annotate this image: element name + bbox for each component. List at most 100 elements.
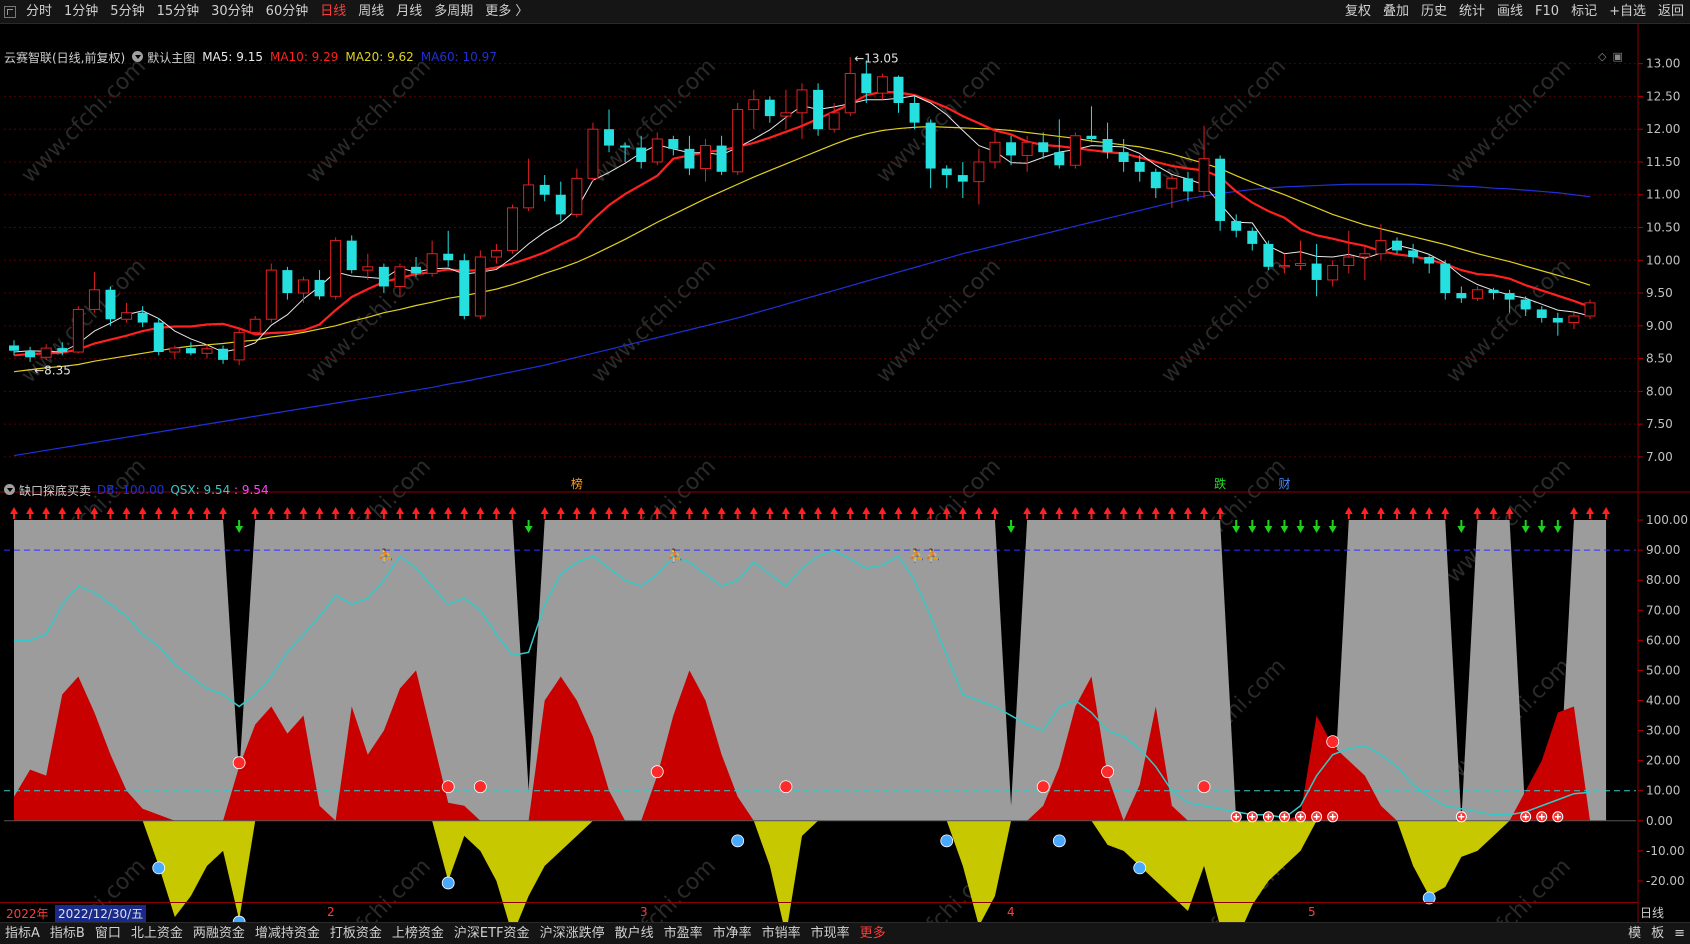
tool-back[interactable]: 返回 <box>1652 0 1690 24</box>
tool-biaoji[interactable]: 标记 <box>1565 0 1603 24</box>
candle-body-down <box>1440 263 1451 294</box>
candle-body-up <box>249 318 261 333</box>
candle-body-down <box>1311 263 1322 280</box>
period-1min[interactable]: 1分钟 <box>58 0 104 24</box>
tab-indicator-a[interactable]: 指标A <box>0 923 45 944</box>
chart-corner-icons: ◇ ▣ <box>1598 50 1623 63</box>
price-tick-label: 10.50 <box>1646 221 1680 235</box>
candle-body-up <box>40 347 52 358</box>
month-label-2: 2 <box>327 905 335 919</box>
candle-body-up <box>72 308 84 353</box>
ind-tick-label: -20.00 <box>1646 874 1685 888</box>
tab-pcf[interactable]: 市现率 <box>806 923 855 944</box>
period-fenshi[interactable]: 分时 <box>20 0 58 24</box>
stock-name[interactable]: 云赛智联(日线,前复权) <box>4 49 125 66</box>
period-daily[interactable]: 日线 <box>314 0 352 24</box>
candle-body-up <box>989 141 1001 163</box>
period-tag: 日线 <box>1640 906 1665 920</box>
ind-tick-label: 10.00 <box>1646 784 1680 798</box>
period-30min[interactable]: 30分钟 <box>205 0 260 24</box>
tool-add-watchlist[interactable]: +自选 <box>1603 0 1652 24</box>
chart-area[interactable]: www.cfchi.com www.cfchi.com www.cfchi.com w… <box>0 24 1690 922</box>
tab-holding-change[interactable]: 增减持资金 <box>250 923 325 944</box>
candle-body-up <box>876 76 888 94</box>
candle-body-down <box>1215 158 1226 221</box>
year-label: 2022年 <box>6 907 49 921</box>
candle-body-up <box>88 289 100 310</box>
period-weekly[interactable]: 周线 <box>352 0 390 24</box>
tab-margin[interactable]: 两融资金 <box>188 923 250 944</box>
tab-limit-stats[interactable]: 沪深涨跌停 <box>535 923 610 944</box>
candle-body-up <box>362 266 374 271</box>
candle-body-down <box>411 266 422 274</box>
tool-huaxian[interactable]: 画线 <box>1491 0 1529 24</box>
tool-lishi[interactable]: 历史 <box>1415 0 1453 24</box>
candle-body-up <box>169 347 181 353</box>
period-monthly[interactable]: 月线 <box>390 0 428 24</box>
tab-limit-up-fund[interactable]: 打板资金 <box>325 923 387 944</box>
price-tick-label: 9.00 <box>1646 319 1673 333</box>
candle-body-up <box>973 161 985 183</box>
candle-body-up <box>121 312 133 320</box>
tool-diejia[interactable]: 叠加 <box>1377 0 1415 24</box>
tab-window[interactable]: 窗口 <box>90 923 126 944</box>
candle-body-up <box>1069 135 1081 166</box>
indicator-legend: 缺口探底买卖 DB: 100.00 QSX: 9.54 : 9.54 <box>4 482 275 498</box>
candle-body-up <box>796 89 808 114</box>
tab-pe[interactable]: 市盈率 <box>659 923 708 944</box>
expand-icon[interactable]: ▣ <box>1612 50 1622 63</box>
tab-pb[interactable]: 市净率 <box>708 923 757 944</box>
event-marker-1: 跌 <box>1214 476 1226 491</box>
ind-tick-label: -10.00 <box>1646 844 1685 858</box>
period-5min[interactable]: 5分钟 <box>104 0 150 24</box>
blue-ball-icon <box>152 861 166 875</box>
runner-icon: ⛹ <box>667 547 683 564</box>
candle-body-down <box>604 129 615 146</box>
red-ball-icon <box>1036 780 1050 794</box>
tab-etf-fund[interactable]: 沪深ETF资金 <box>449 923 535 944</box>
candle-body-down <box>282 270 293 294</box>
tab-northbound[interactable]: 北上资金 <box>126 923 188 944</box>
candle-body-up <box>1327 265 1339 281</box>
period-60min[interactable]: 60分钟 <box>260 0 315 24</box>
candle-body-down <box>893 76 904 103</box>
candle-body-up <box>1278 265 1290 268</box>
menu-icon[interactable]: ≡ <box>1669 923 1690 944</box>
candle-body-down <box>1102 139 1113 153</box>
tab-indicator-b[interactable]: 指标B <box>45 923 90 944</box>
candle-body-down <box>1038 142 1049 153</box>
tab-more[interactable]: 更多 <box>855 923 891 944</box>
tool-f10[interactable]: F10 <box>1529 0 1565 24</box>
candle-body-up <box>732 109 744 173</box>
tool-tongji[interactable]: 统计 <box>1453 0 1491 24</box>
template-label[interactable]: 默认主图 <box>132 49 195 66</box>
period-15min[interactable]: 15分钟 <box>151 0 206 24</box>
candle-body-down <box>1086 135 1097 140</box>
blue-ball-icon <box>1052 834 1066 848</box>
price-tick-label: 11.00 <box>1646 188 1680 202</box>
template-button[interactable]: 模 <box>1623 923 1646 944</box>
tab-ps[interactable]: 市销率 <box>757 923 806 944</box>
period-multi[interactable]: 多周期 <box>428 0 479 24</box>
candle-body-up <box>1359 253 1371 258</box>
candle-body-up <box>233 331 245 361</box>
ind-tick-label: 90.00 <box>1646 543 1680 557</box>
bottom-tab-bar: 指标A 指标B 窗口 北上资金 两融资金 增减持资金 打板资金 上榜资金 沪深E… <box>0 922 1690 944</box>
period-more[interactable]: 更多 〉 <box>479 0 534 24</box>
candle-body-up <box>748 99 760 111</box>
candle-body-up <box>1471 289 1483 299</box>
dropdown-circle-icon[interactable] <box>132 50 144 62</box>
kline-chart-svg[interactable]: www.cfchi.com www.cfchi.com www.cfchi.com w… <box>0 24 1690 922</box>
tool-fuquan[interactable]: 复权 <box>1339 0 1377 24</box>
tab-dragon-tiger[interactable]: 上榜资金 <box>387 923 449 944</box>
candle-body-up <box>651 138 663 163</box>
diamond-icon[interactable]: ◇ <box>1598 50 1606 63</box>
indicator-name[interactable]: 缺口探底买卖 <box>4 482 91 499</box>
tab-retail-line[interactable]: 散户线 <box>610 923 659 944</box>
restore-icon[interactable] <box>4 5 16 18</box>
high-price-label: ←13.05 <box>854 51 898 65</box>
candle-body-down <box>957 175 968 182</box>
board-button[interactable]: 板 <box>1646 923 1669 944</box>
candle-body-down <box>1054 152 1065 166</box>
indicator-dropdown-icon[interactable] <box>4 483 15 495</box>
